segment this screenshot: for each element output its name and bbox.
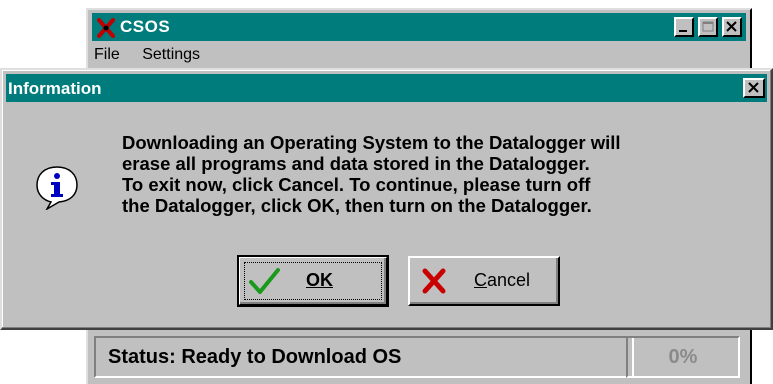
progress-percent: 0% <box>668 346 698 368</box>
menu-bar: File Settings <box>94 46 218 70</box>
main-window-title: CSOS <box>120 17 171 36</box>
progress-percent-panel: 0% <box>626 336 740 378</box>
ok-button[interactable]: OK <box>237 255 389 307</box>
red-x-icon <box>422 268 446 294</box>
close-button[interactable] <box>722 17 742 37</box>
dialog-close-button[interactable] <box>743 78 765 98</box>
menu-file[interactable]: File <box>94 46 120 63</box>
info-icon <box>36 166 78 210</box>
menu-settings[interactable]: Settings <box>142 46 200 63</box>
close-icon <box>726 21 737 32</box>
maximize-button[interactable] <box>698 17 718 37</box>
dialog-title-bar[interactable]: Information <box>6 74 767 102</box>
checkmark-icon <box>249 268 280 294</box>
minimize-icon <box>679 30 687 32</box>
csos-app-icon <box>97 18 115 38</box>
close-icon <box>748 82 759 93</box>
cancel-button[interactable]: Cancel <box>408 256 560 306</box>
status-panel: Status: Ready to Download OS <box>94 336 634 378</box>
status-text: Status: Ready to Download OS <box>108 346 402 368</box>
maximize-icon <box>702 21 714 32</box>
information-dialog: Information Downloading an Operating Sys… <box>0 68 773 330</box>
cancel-button-label: Cancel <box>474 270 531 290</box>
ok-button-label: OK <box>306 270 333 290</box>
minimize-button[interactable] <box>674 17 694 37</box>
main-title-bar[interactable]: CSOS <box>92 13 746 41</box>
dialog-title: Information <box>8 79 102 98</box>
dialog-message: Downloading an Operating System to the D… <box>122 132 621 216</box>
